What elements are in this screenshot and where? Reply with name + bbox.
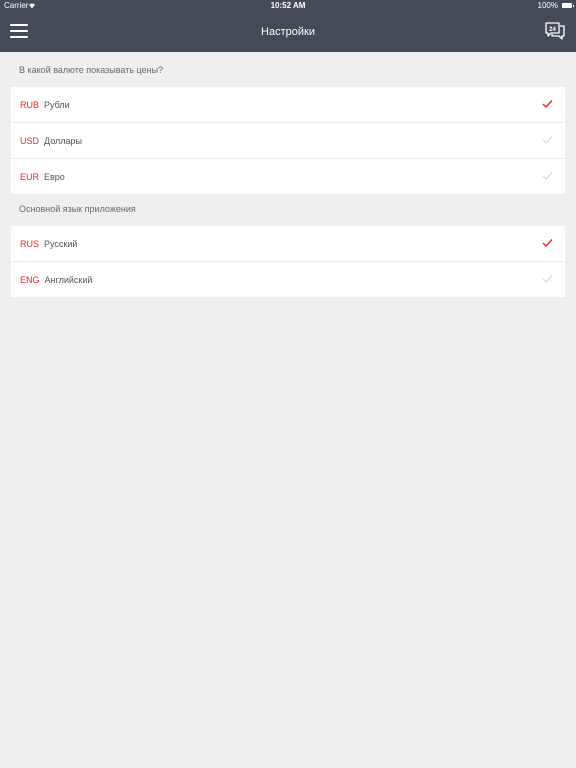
currency-name: Доллары	[44, 135, 83, 146]
currency-option-usd[interactable]: USD Доллары	[11, 123, 565, 159]
language-section-label: Основной язык приложения	[19, 204, 136, 214]
language-option-eng[interactable]: ENG Английский	[11, 262, 565, 297]
currency-option-rub[interactable]: RUB Рубли	[11, 87, 565, 123]
page-title: Настройки	[261, 26, 315, 38]
status-time: 10:52 AM	[270, 1, 306, 10]
language-option-rus[interactable]: RUS Русский	[11, 226, 565, 262]
checkmark-icon	[542, 136, 553, 144]
currency-name: Рубли	[44, 99, 70, 110]
status-bar: Carrier 10:52 AM 100%	[0, 0, 576, 12]
language-name: Русский	[44, 238, 78, 249]
currency-name: Евро	[44, 171, 65, 182]
checkmark-icon	[542, 239, 553, 248]
language-name: Английский	[44, 274, 93, 285]
chat-badge-text: 24	[549, 27, 556, 33]
language-code: RUS	[20, 238, 40, 249]
checkmark-icon	[542, 275, 553, 283]
chat-24-icon[interactable]: 24	[544, 21, 566, 41]
currency-section-label: В какой валюте показывать цены?	[19, 65, 164, 75]
language-list: RUS Русский ENG Английский	[11, 226, 565, 297]
checkmark-icon	[542, 100, 553, 109]
battery-icon	[562, 3, 574, 8]
currency-code: EUR	[20, 171, 40, 182]
currency-option-eur[interactable]: EUR Евро	[11, 159, 565, 194]
battery-percent: 100%	[537, 1, 558, 10]
currency-code: RUB	[20, 99, 40, 110]
language-code: ENG	[20, 274, 40, 285]
top-bar: Carrier 10:52 AM 100% Настройки 24	[0, 0, 576, 52]
currency-code: USD	[20, 135, 40, 146]
currency-list: RUB Рубли USD Доллары EUR Евро	[11, 87, 565, 194]
checkmark-icon	[542, 172, 553, 180]
